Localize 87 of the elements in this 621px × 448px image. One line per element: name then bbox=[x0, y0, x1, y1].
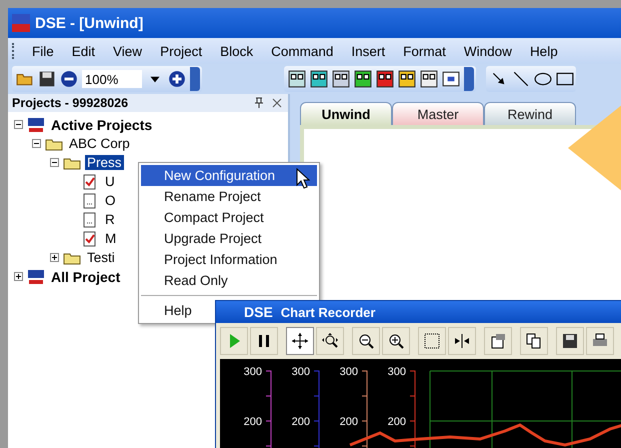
zoom-field[interactable]: 100% bbox=[82, 70, 142, 88]
axis-label: 200 bbox=[340, 416, 358, 428]
axis-label: 200 bbox=[388, 416, 406, 428]
line-icon[interactable] bbox=[512, 70, 530, 88]
logo-icon bbox=[27, 268, 45, 284]
window-title: DSE - [Unwind] bbox=[35, 14, 144, 32]
marker-icon bbox=[453, 332, 471, 350]
marker-button[interactable] bbox=[448, 327, 476, 355]
axis-label: 200 bbox=[292, 416, 310, 428]
tree-item[interactable]: All Project bbox=[49, 268, 122, 284]
expand-icon[interactable] bbox=[50, 253, 59, 262]
collapse-icon[interactable] bbox=[14, 120, 23, 129]
logo-icon bbox=[27, 116, 45, 132]
tab[interactable]: Unwind bbox=[300, 102, 392, 125]
collapse-icon[interactable] bbox=[50, 158, 59, 167]
axis-label: 300 bbox=[244, 366, 262, 378]
axis-label: 200 bbox=[244, 416, 262, 428]
copy-icon bbox=[525, 332, 543, 350]
menu-item[interactable]: Block bbox=[211, 42, 262, 60]
menu-item[interactable]: View bbox=[104, 42, 152, 60]
block-icon[interactable] bbox=[310, 70, 328, 88]
zoom-fit-button[interactable] bbox=[316, 327, 344, 355]
pause-button[interactable] bbox=[250, 327, 278, 355]
menu-item[interactable]: New Configuration bbox=[141, 165, 317, 186]
block-icon[interactable] bbox=[354, 70, 372, 88]
block-icon[interactable] bbox=[442, 70, 460, 88]
copy-button[interactable] bbox=[520, 327, 548, 355]
logo: DSE bbox=[244, 304, 273, 320]
logo-icon bbox=[12, 14, 30, 32]
pin-icon[interactable] bbox=[254, 97, 264, 109]
tab[interactable]: Rewind bbox=[484, 102, 576, 125]
cursor-icon bbox=[296, 168, 310, 190]
tree-item[interactable]: O bbox=[103, 193, 118, 208]
block-icon[interactable] bbox=[420, 70, 438, 88]
expand-icon[interactable] bbox=[14, 272, 23, 281]
zoom-out-button[interactable] bbox=[352, 327, 380, 355]
collapse-icon[interactable] bbox=[32, 139, 41, 148]
select-button[interactable] bbox=[418, 327, 446, 355]
tree-item[interactable]: M bbox=[103, 231, 118, 246]
tree-item[interactable]: R bbox=[103, 212, 117, 227]
menu-item[interactable]: Command bbox=[262, 42, 342, 60]
tree-item[interactable]: Press bbox=[85, 155, 124, 170]
menu-item[interactable]: Format bbox=[394, 42, 455, 60]
block-icon[interactable] bbox=[376, 70, 394, 88]
zoom-icon bbox=[321, 332, 339, 350]
print-button[interactable] bbox=[586, 327, 614, 355]
window-title: Chart Recorder bbox=[280, 304, 376, 320]
axis-label: 300 bbox=[388, 366, 406, 378]
block-icon[interactable] bbox=[398, 70, 416, 88]
rectangle-icon[interactable] bbox=[556, 70, 574, 88]
close-icon[interactable] bbox=[272, 97, 282, 109]
panel-title: Projects - 99928026 bbox=[12, 96, 128, 110]
properties-icon bbox=[489, 332, 507, 350]
pan-button[interactable] bbox=[286, 327, 314, 355]
tab[interactable]: Master bbox=[392, 102, 484, 125]
axis-label: 300 bbox=[292, 366, 310, 378]
menu-item[interactable]: Rename Project bbox=[141, 186, 271, 207]
save-icon bbox=[561, 332, 579, 350]
move-arrows-icon bbox=[291, 332, 309, 350]
ellipse-icon[interactable] bbox=[534, 70, 552, 88]
menu-item[interactable]: Read Only bbox=[141, 270, 238, 291]
menu-item[interactable]: Help bbox=[520, 42, 567, 60]
block-icon[interactable] bbox=[288, 70, 306, 88]
menu-item[interactable]: Compact Project bbox=[141, 207, 274, 228]
properties-button[interactable] bbox=[484, 327, 512, 355]
axis-label: 300 bbox=[340, 366, 358, 378]
zoom-out-icon bbox=[357, 332, 375, 350]
menu-item[interactable]: Help bbox=[141, 300, 202, 321]
save-icon[interactable] bbox=[38, 70, 56, 88]
menu-item[interactable]: Project bbox=[151, 42, 212, 60]
zoom-out-icon[interactable] bbox=[60, 70, 78, 88]
menu-item[interactable]: File bbox=[23, 42, 63, 60]
menu-item[interactable]: Insert bbox=[342, 42, 394, 60]
zoom-in-icon[interactable] bbox=[168, 70, 186, 88]
menu-item[interactable]: Upgrade Project bbox=[141, 228, 272, 249]
save-button[interactable] bbox=[556, 327, 584, 355]
tree-item[interactable]: Testi bbox=[85, 250, 117, 265]
zoom-in-icon bbox=[387, 332, 405, 350]
block-icon[interactable] bbox=[332, 70, 350, 88]
zoom-in-button[interactable] bbox=[382, 327, 410, 355]
menu-item[interactable]: Project Information bbox=[141, 249, 288, 270]
tree-item[interactable]: Active Projects bbox=[49, 116, 154, 132]
menu-item[interactable]: Window bbox=[454, 42, 521, 60]
menu-item[interactable]: Edit bbox=[62, 42, 104, 60]
tree-item[interactable]: ABC Corp bbox=[67, 136, 132, 151]
dotted-rectangle-icon bbox=[423, 332, 441, 350]
tree-item[interactable]: U bbox=[103, 174, 117, 189]
